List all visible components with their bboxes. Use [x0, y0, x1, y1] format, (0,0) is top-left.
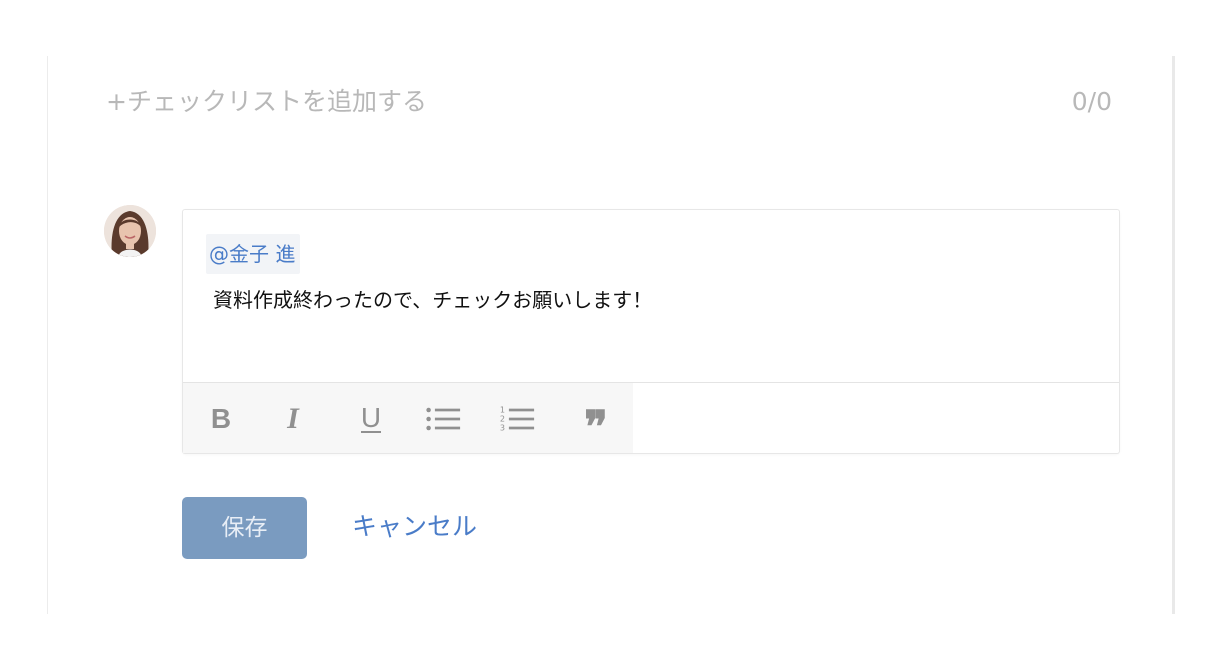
- avatar-icon: [104, 205, 156, 257]
- underline-label: U: [360, 402, 382, 433]
- bulleted-list-button[interactable]: [425, 401, 461, 437]
- bulleted-list-icon: [426, 407, 461, 431]
- format-toolbar: B I U 1 2 3 ❞: [183, 382, 1119, 453]
- bold-button[interactable]: B: [203, 401, 239, 437]
- panel-border-right: [1172, 56, 1175, 614]
- comment-editor[interactable]: @金子 進 資料作成終わったので、チェックお願いします！ B I U 1 2 3…: [183, 210, 1119, 453]
- quote-button[interactable]: ❞: [578, 401, 614, 450]
- numbered-list-button[interactable]: 1 2 3: [499, 401, 535, 437]
- avatar: [104, 205, 156, 257]
- italic-button[interactable]: I: [275, 401, 311, 437]
- add-checklist-link[interactable]: +チェックリストを追加する: [106, 84, 427, 120]
- save-button[interactable]: 保存: [182, 497, 307, 559]
- comment-text[interactable]: 資料作成終わったので、チェックお願いします！: [213, 284, 652, 316]
- numbered-list-icon: 1 2 3: [500, 405, 535, 433]
- panel-border-left: [47, 56, 48, 614]
- svg-text:3: 3: [500, 423, 505, 433]
- cancel-link[interactable]: キャンセル: [352, 509, 477, 545]
- underline-button[interactable]: U: [353, 401, 389, 437]
- mention-tag[interactable]: @金子 進: [206, 234, 301, 274]
- checklist-count: 0/0: [1071, 87, 1112, 116]
- format-button-group: B I U 1 2 3 ❞: [183, 383, 633, 453]
